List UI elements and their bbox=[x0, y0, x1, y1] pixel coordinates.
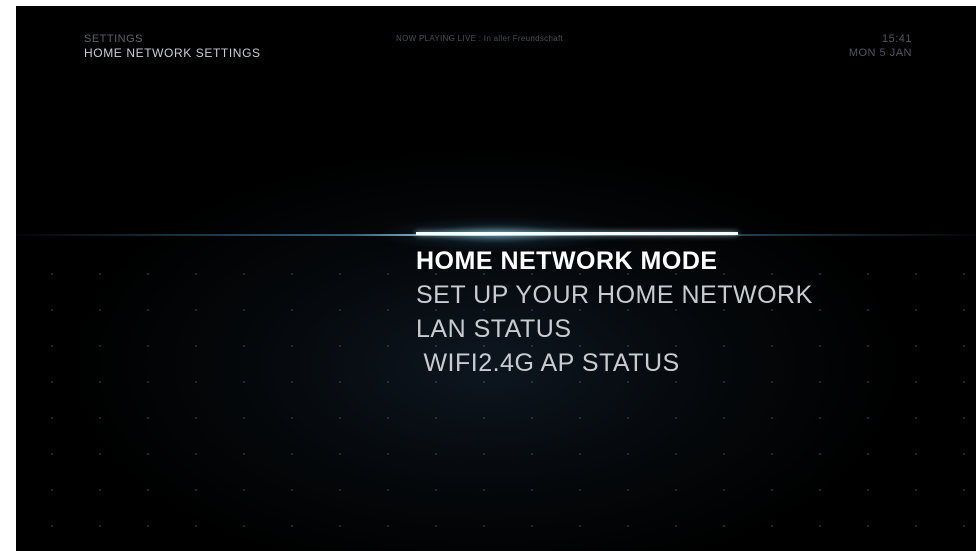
home-network-menu: HOME NETWORK MODE SET UP YOUR HOME NETWO… bbox=[416, 244, 813, 380]
clock-date: MON 5 JAN bbox=[848, 47, 912, 59]
menu-item-set-up-home-network[interactable]: SET UP YOUR HOME NETWORK bbox=[416, 278, 813, 312]
breadcrumb: SETTINGS HOME NETWORK SETTINGS bbox=[84, 32, 261, 60]
page-title: HOME NETWORK SETTINGS bbox=[84, 46, 261, 60]
clock-time: 15:41 bbox=[881, 33, 912, 45]
now-playing-label: NOW PLAYING LIVE : In aller Freundschaft bbox=[396, 34, 564, 43]
breadcrumb-parent: SETTINGS bbox=[84, 33, 144, 45]
menu-item-home-network-mode[interactable]: HOME NETWORK MODE bbox=[416, 244, 813, 278]
clock: 15:41 MON 5 JAN bbox=[849, 32, 912, 60]
menu-item-wifi-ap-status[interactable]: WIFI2.4G AP STATUS bbox=[416, 346, 813, 380]
menu-item-lan-status[interactable]: LAN STATUS bbox=[416, 312, 813, 346]
tv-settings-screen: SETTINGS HOME NETWORK SETTINGS NOW PLAYI… bbox=[16, 6, 976, 551]
selection-indicator-bar bbox=[416, 232, 738, 235]
